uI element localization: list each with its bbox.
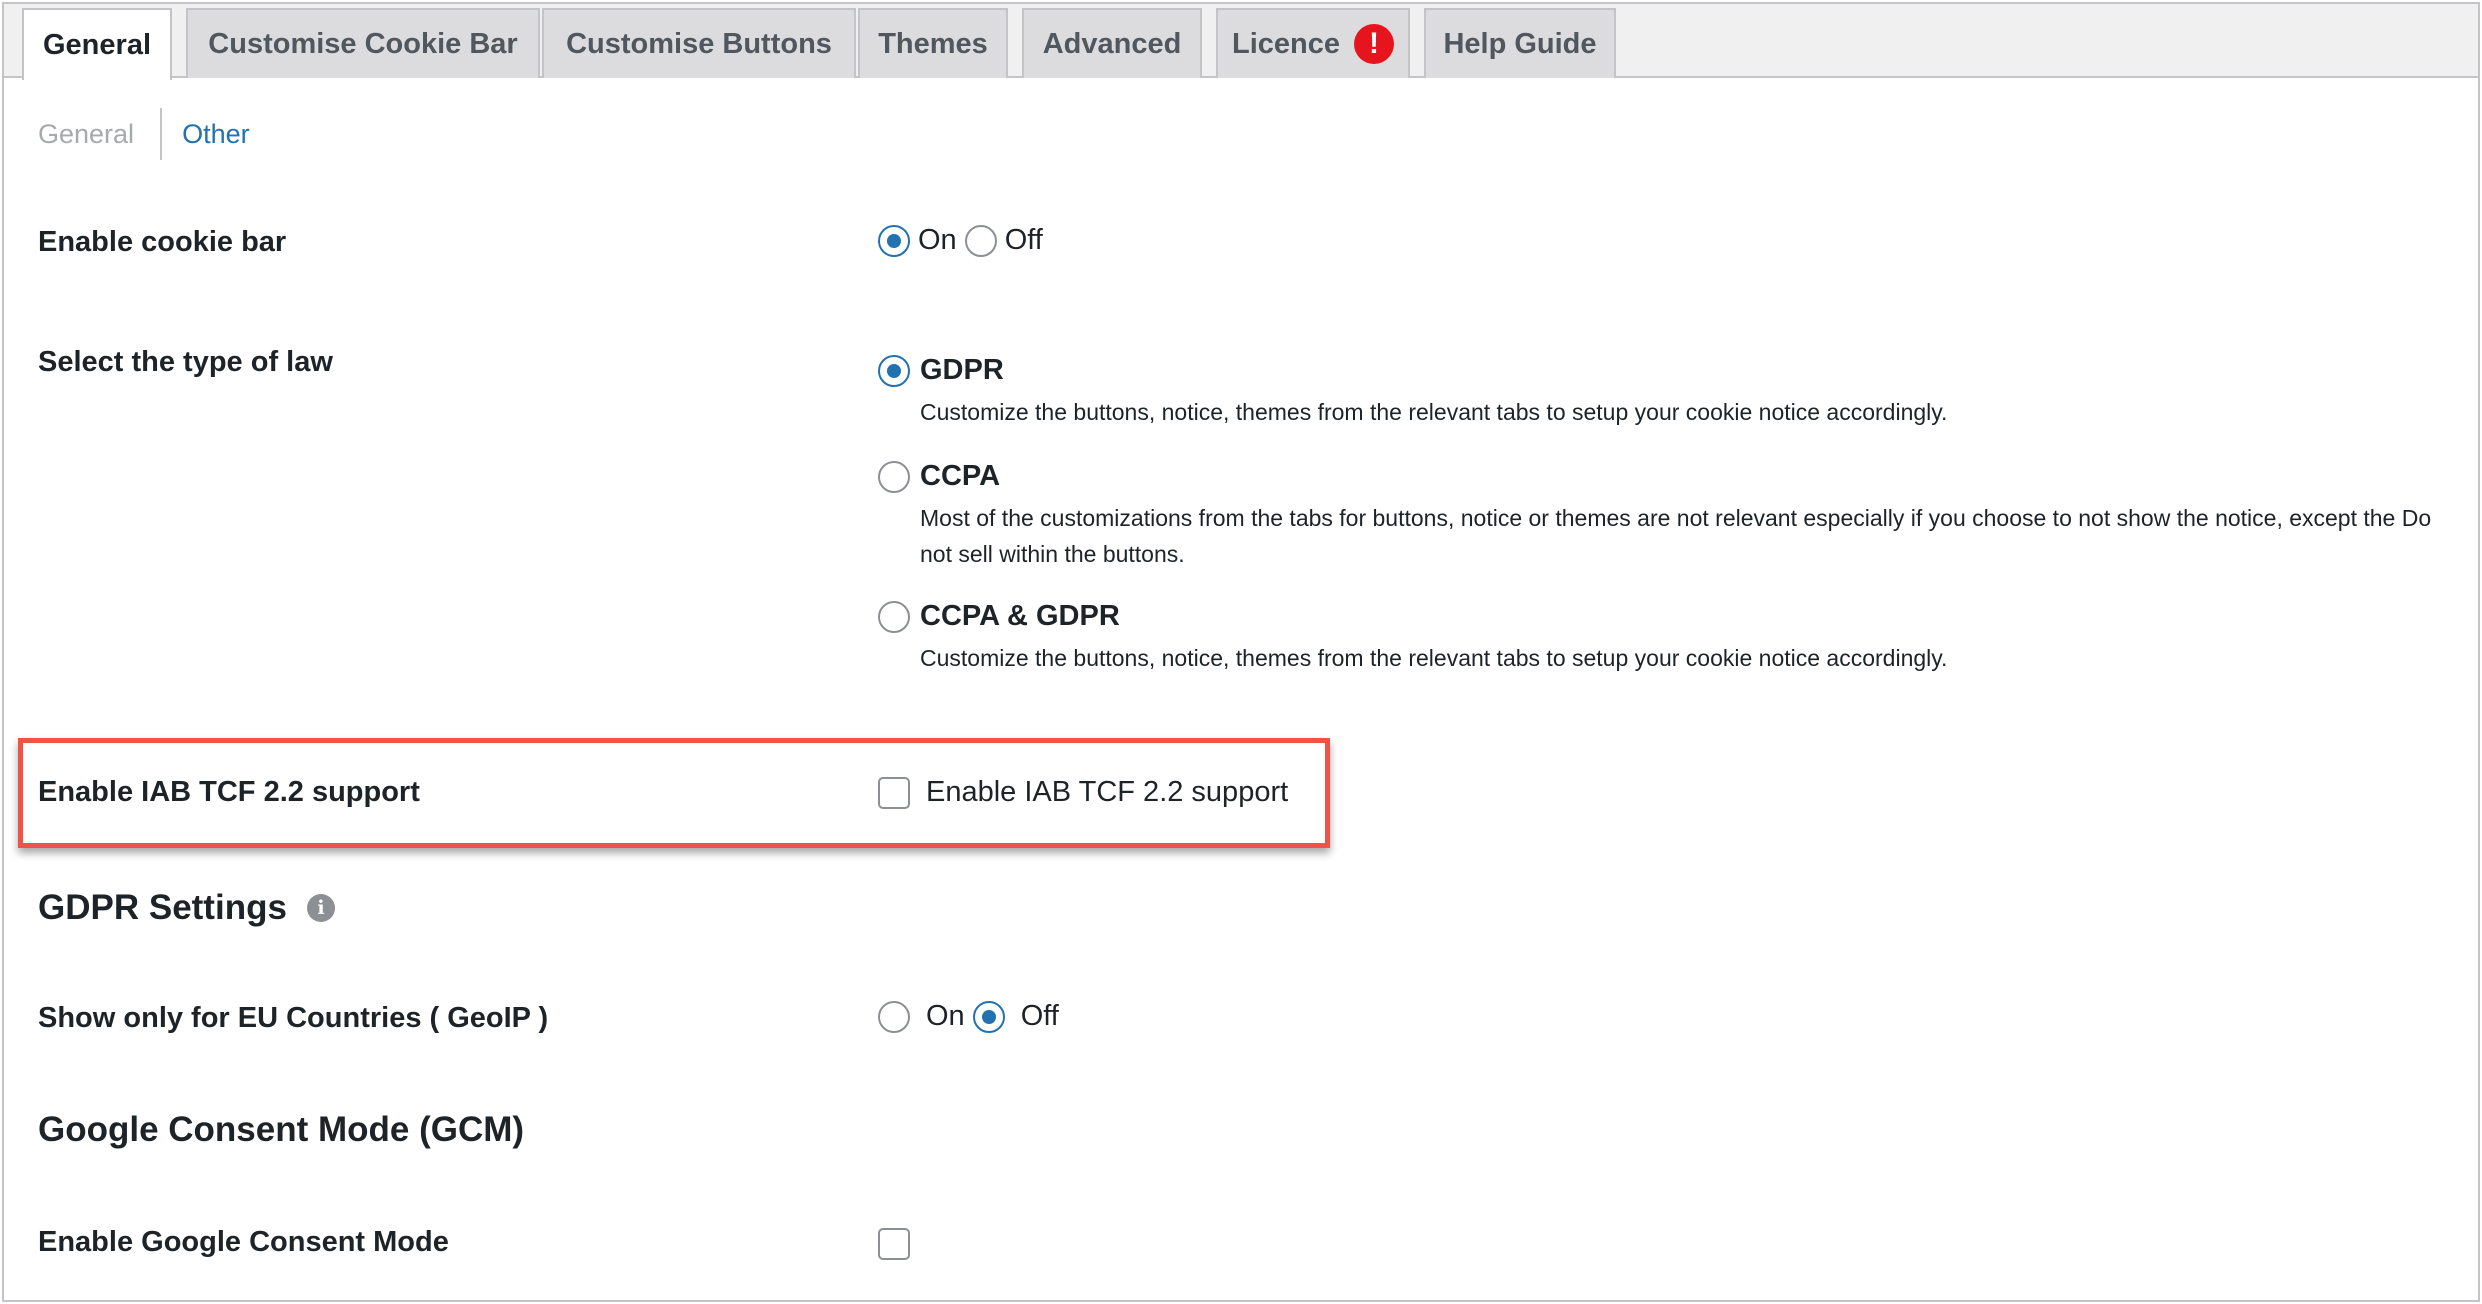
law-option-ccpa: CCPA bbox=[878, 460, 1000, 493]
enable-cookie-bar-options: On Off bbox=[878, 224, 1043, 257]
enable-cookie-bar-label: Enable cookie bar bbox=[38, 226, 287, 258]
eu-only-options: On Off bbox=[878, 1000, 1059, 1033]
law-type-label: Select the type of law bbox=[38, 346, 333, 378]
tab-general[interactable]: General bbox=[22, 8, 172, 80]
info-icon[interactable]: i bbox=[306, 894, 335, 922]
subnav-general[interactable]: General bbox=[38, 108, 163, 160]
eu-only-on-radio[interactable] bbox=[878, 1000, 910, 1033]
tab-label: Customise Buttons bbox=[566, 27, 832, 60]
tab-help-guide[interactable]: Help Guide bbox=[1424, 8, 1616, 78]
law-option-gdpr: GDPR bbox=[878, 354, 1004, 387]
iab-tcf-label: Enable IAB TCF 2.2 support bbox=[38, 776, 420, 808]
exclamation-alert-icon: ! bbox=[1354, 24, 1394, 64]
ccpa-description: Most of the customizations from the tabs… bbox=[920, 505, 2432, 567]
ccpa-radio[interactable] bbox=[878, 460, 910, 493]
cookie-bar-off-label: Off bbox=[1004, 224, 1043, 256]
settings-panel: General Customise Cookie Bar Customise B… bbox=[2, 2, 2480, 1302]
gdpr-radio[interactable] bbox=[878, 354, 910, 387]
tab-label: Help Guide bbox=[1443, 27, 1597, 60]
ccpa-gdpr-radio[interactable] bbox=[878, 600, 910, 633]
eu-only-off-label: Off bbox=[1020, 1000, 1059, 1032]
tab-label: Advanced bbox=[1042, 27, 1182, 60]
eu-only-on-label: On bbox=[926, 1000, 965, 1032]
tab-bar: General Customise Cookie Bar Customise B… bbox=[4, 4, 2478, 80]
subnav-other[interactable]: Other bbox=[162, 119, 250, 150]
tab-licence[interactable]: Licence ! bbox=[1216, 8, 1410, 78]
cookie-bar-off-radio[interactable] bbox=[964, 224, 997, 257]
tab-customise-cookie-bar[interactable]: Customise Cookie Bar bbox=[186, 8, 540, 78]
tab-label: Customise Cookie Bar bbox=[208, 27, 518, 60]
gdpr-settings-heading: GDPR Settings i bbox=[38, 888, 335, 928]
cookie-bar-on-label: On bbox=[918, 224, 957, 256]
eu-only-label: Show only for EU Countries ( GeoIP ) bbox=[38, 1002, 549, 1034]
gdpr-description: Customize the buttons, notice, themes fr… bbox=[920, 399, 1948, 425]
ccpa-gdpr-title: CCPA & GDPR bbox=[920, 600, 1120, 632]
ccpa-gdpr-description: Customize the buttons, notice, themes fr… bbox=[920, 645, 1948, 671]
gdpr-title: GDPR bbox=[920, 354, 1004, 386]
tab-label: Licence bbox=[1232, 27, 1340, 60]
law-option-ccpa-gdpr: CCPA & GDPR bbox=[878, 600, 1120, 633]
tab-customise-buttons[interactable]: Customise Buttons bbox=[542, 8, 856, 78]
iab-tcf-checkbox-label: Enable IAB TCF 2.2 support bbox=[926, 776, 1289, 808]
sub-navigation: General Other bbox=[38, 108, 250, 160]
gcm-option bbox=[878, 1228, 910, 1260]
eu-only-off-radio[interactable] bbox=[972, 1000, 1005, 1033]
gdpr-settings-title: GDPR Settings bbox=[38, 888, 287, 927]
ccpa-title: CCPA bbox=[920, 460, 1001, 492]
tab-themes[interactable]: Themes bbox=[858, 8, 1008, 78]
tab-label: General bbox=[43, 28, 151, 61]
gcm-checkbox[interactable] bbox=[878, 1228, 910, 1260]
iab-tcf-option: Enable IAB TCF 2.2 support bbox=[878, 776, 1288, 809]
tab-advanced[interactable]: Advanced bbox=[1022, 8, 1202, 78]
iab-tcf-checkbox[interactable] bbox=[878, 776, 910, 809]
tab-label: Themes bbox=[878, 27, 988, 60]
gcm-label: Enable Google Consent Mode bbox=[38, 1226, 449, 1258]
cookie-bar-on-radio[interactable] bbox=[878, 224, 910, 257]
gcm-heading: Google Consent Mode (GCM) bbox=[38, 1110, 525, 1149]
